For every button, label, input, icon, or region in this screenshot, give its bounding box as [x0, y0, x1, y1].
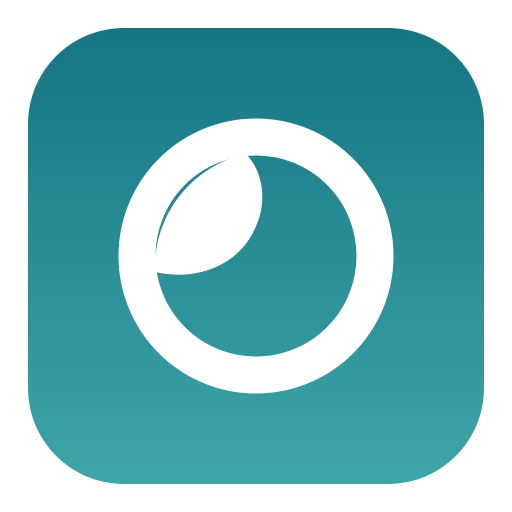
canvas: [0, 0, 512, 512]
app-icon-graphic: [28, 28, 484, 484]
app-icon[interactable]: [28, 28, 484, 484]
icon-background: [28, 28, 484, 484]
